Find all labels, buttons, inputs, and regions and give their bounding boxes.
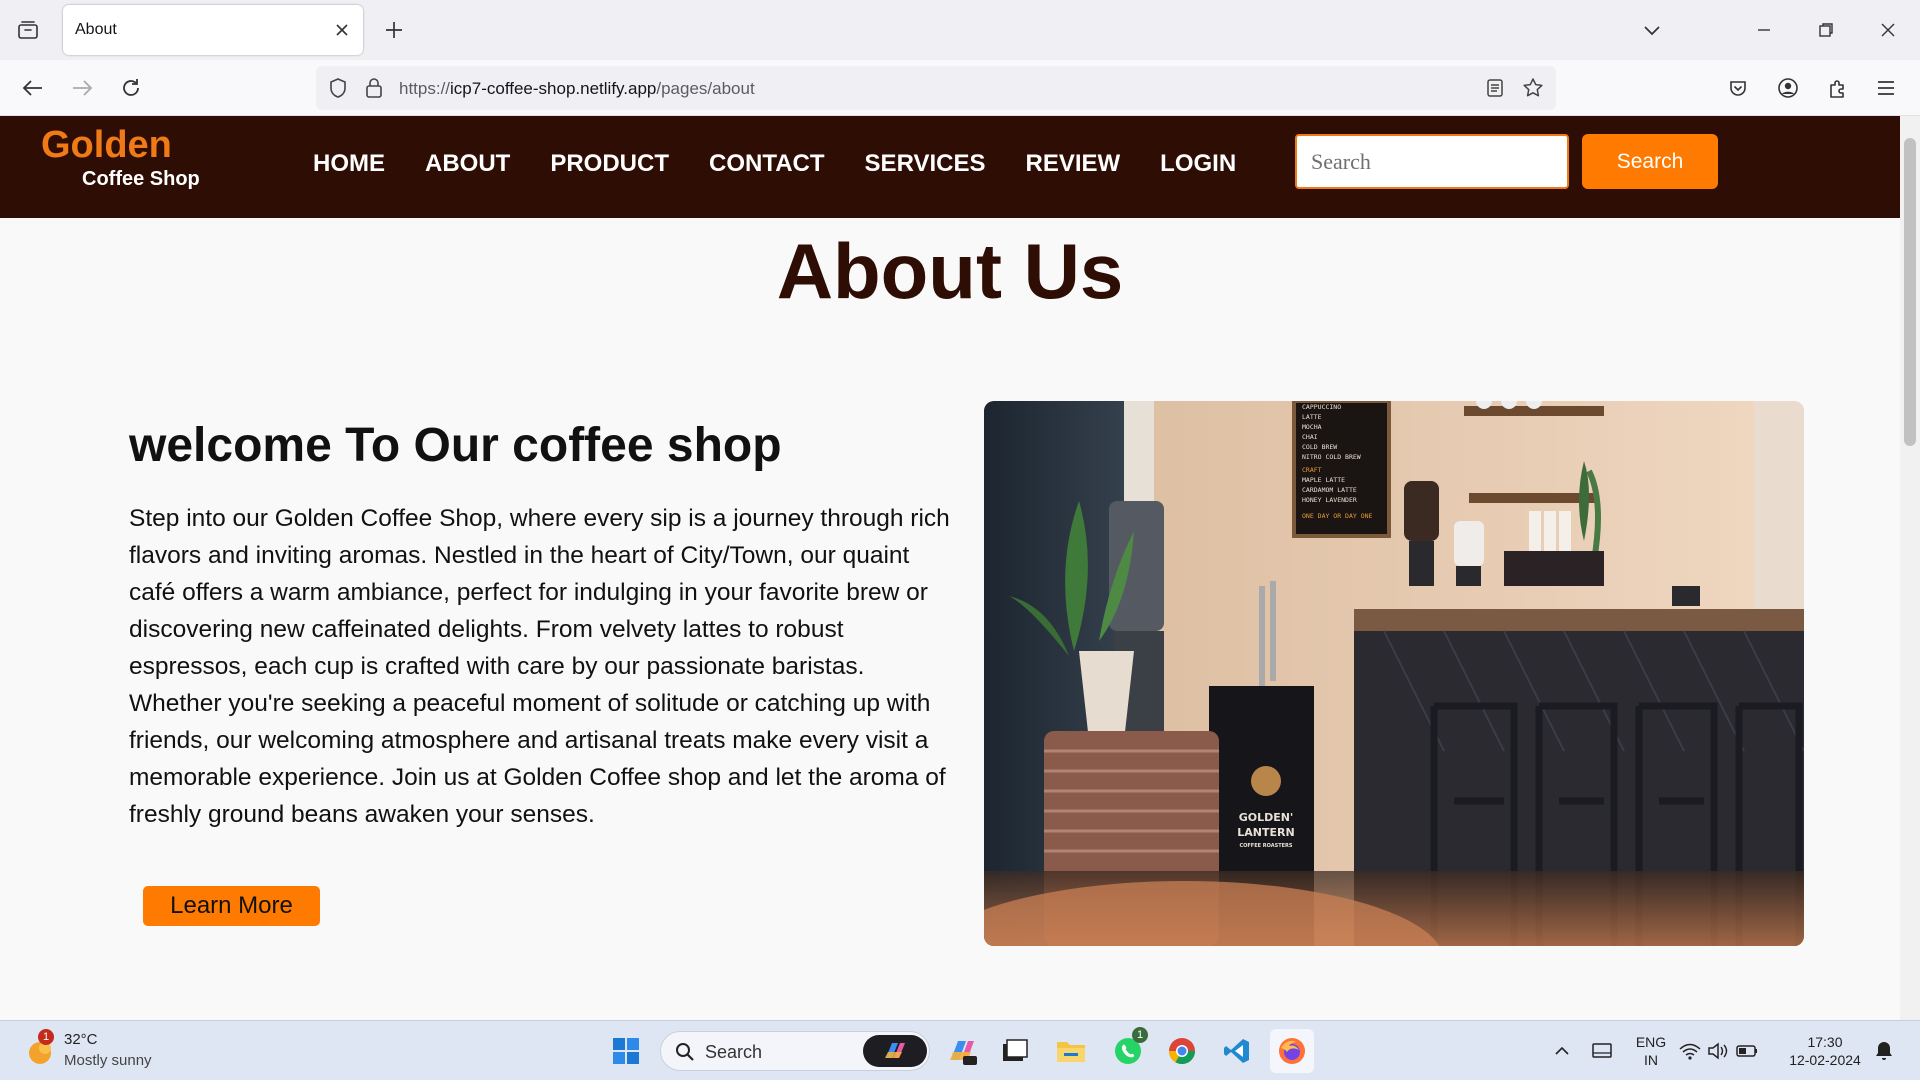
bookmark-star-icon[interactable] [1521, 76, 1545, 100]
site-search-button[interactable]: Search [1582, 134, 1718, 189]
menu-board-item: CHAI [1302, 433, 1318, 441]
golden-lantern-brand: LANTERN [1237, 826, 1294, 839]
tracking-protection-shield-icon[interactable] [326, 76, 350, 100]
firefox-icon[interactable] [1270, 1029, 1314, 1073]
search-icon [676, 1043, 694, 1061]
extensions-puzzle-icon[interactable] [1822, 72, 1854, 104]
language-indicator[interactable]: ENG IN [1634, 1033, 1668, 1069]
menu-board-item: COLD BREW [1302, 443, 1337, 451]
new-tab-plus-icon[interactable] [380, 16, 408, 44]
clock[interactable]: 17:30 12-02-2024 [1780, 1033, 1870, 1069]
menu-login-link[interactable]: LOGIN [1160, 150, 1236, 178]
tab-title: About [75, 21, 117, 38]
weather-temperature[interactable]: 32°C [64, 1031, 98, 1048]
copilot-preview-app-icon[interactable] [940, 1029, 984, 1073]
menu-board-item: CRAFT [1302, 466, 1322, 474]
golden-lantern-brand: GOLDEN' [1239, 811, 1294, 824]
network-volume-battery-group[interactable] [1674, 1029, 1764, 1073]
chrome-icon[interactable] [1160, 1029, 1204, 1073]
menu-board-item: ONE DAY OR DAY ONE [1302, 512, 1373, 520]
site-search-input[interactable] [1295, 134, 1569, 189]
taskbar-search-box[interactable]: Search [660, 1031, 930, 1071]
main-menu: HOME ABOUT PRODUCT CONTACT SERVICES REVI… [313, 150, 1276, 178]
lock-icon[interactable] [362, 76, 386, 100]
scrollbar-thumb[interactable] [1904, 138, 1916, 446]
page-title: About Us [776, 227, 1124, 315]
pocket-icon[interactable] [1722, 72, 1754, 104]
coffee-shop-photo: CAPPUCCINO LATTE MOCHA CHAI COLD BREW NI… [984, 401, 1804, 946]
close-tab-icon[interactable] [331, 19, 353, 41]
url-text[interactable]: https://icp7-coffee-shop.netlify.app/pag… [399, 79, 755, 99]
task-view-icon[interactable] [993, 1029, 1037, 1073]
region-code: IN [1644, 1052, 1658, 1068]
menu-about-link[interactable]: ABOUT [425, 150, 510, 178]
menu-board-item: LATTE [1302, 413, 1322, 421]
file-explorer-icon[interactable] [1049, 1029, 1093, 1073]
language-code: ENG [1635, 1034, 1667, 1050]
browser-navigation-bar: https://icp7-coffee-shop.netlify.app/pag… [0, 60, 1920, 116]
logo-coffee-shop[interactable]: Coffee Shop [82, 168, 200, 191]
welcome-heading: welcome To Our coffee shop [129, 419, 782, 472]
menu-home-link[interactable]: HOME [313, 150, 385, 178]
close-window-icon[interactable] [1872, 14, 1904, 46]
hamburger-menu-icon[interactable] [1870, 72, 1902, 104]
menu-board-item: CAPPUCCINO [1302, 403, 1341, 411]
weather-notification-badge: 1 [38, 1029, 54, 1045]
minimize-icon[interactable] [1748, 14, 1780, 46]
page-viewport: Golden Coffee Shop HOME ABOUT PRODUCT CO… [0, 116, 1900, 1020]
tab-list-icon[interactable] [14, 16, 42, 44]
menu-product-link[interactable]: PRODUCT [550, 150, 669, 178]
page-scrollbar[interactable] [1900, 116, 1920, 1020]
menu-services-link[interactable]: SERVICES [865, 150, 986, 178]
weather-description[interactable]: Mostly sunny [64, 1052, 152, 1069]
learn-more-button[interactable]: Learn More [143, 886, 320, 926]
address-bar[interactable]: https://icp7-coffee-shop.netlify.app/pag… [316, 66, 1556, 110]
menu-board-item: NITRO COLD BREW [1302, 453, 1361, 461]
notification-bell-icon[interactable] [1862, 1029, 1906, 1073]
vscode-icon[interactable] [1215, 1029, 1259, 1073]
windows-start-icon[interactable] [604, 1029, 648, 1073]
url-path: /pages/about [656, 79, 755, 98]
menu-review-link[interactable]: REVIEW [1025, 150, 1120, 178]
display-icon[interactable] [1580, 1029, 1624, 1073]
browser-tab-bar: About [0, 0, 1920, 60]
clock-date: 12-02-2024 [1789, 1052, 1861, 1068]
taskbar-search-label: Search [705, 1042, 763, 1062]
menu-board-item: HONEY LAVENDER [1302, 496, 1357, 504]
active-tab[interactable]: About [63, 5, 363, 55]
url-host: icp7-coffee-shop.netlify.app [450, 79, 657, 98]
copilot-icon[interactable] [863, 1035, 927, 1067]
reader-view-icon[interactable] [1483, 76, 1507, 100]
menu-board-item: CARDAMOM LATTE [1302, 486, 1357, 494]
menu-board-item: MAPLE LATTE [1302, 476, 1345, 484]
url-scheme: https:// [399, 79, 451, 98]
show-hidden-icons-chevron-icon[interactable] [1540, 1029, 1584, 1073]
whatsapp-notification-badge: 1 [1132, 1027, 1148, 1043]
back-arrow-icon[interactable] [17, 72, 49, 104]
golden-lantern-brand: COFFEE ROASTERS [1239, 843, 1292, 849]
menu-board-item: MOCHA [1302, 423, 1322, 431]
account-icon[interactable] [1772, 72, 1804, 104]
site-header: Golden Coffee Shop HOME ABOUT PRODUCT CO… [0, 116, 1900, 218]
clock-time: 17:30 [1807, 1034, 1843, 1050]
restore-icon[interactable] [1810, 14, 1842, 46]
menu-contact-link[interactable]: CONTACT [709, 150, 825, 178]
windows-taskbar: 1 32°C Mostly sunny Search 1 ENG IN 17:3… [0, 1020, 1920, 1080]
logo-golden[interactable]: Golden [41, 124, 172, 167]
reload-icon[interactable] [115, 72, 147, 104]
forward-arrow-icon[interactable] [66, 72, 98, 104]
list-all-tabs-chevron-icon[interactable] [1636, 14, 1668, 46]
about-paragraph: Step into our Golden Coffee Shop, where … [129, 505, 950, 828]
